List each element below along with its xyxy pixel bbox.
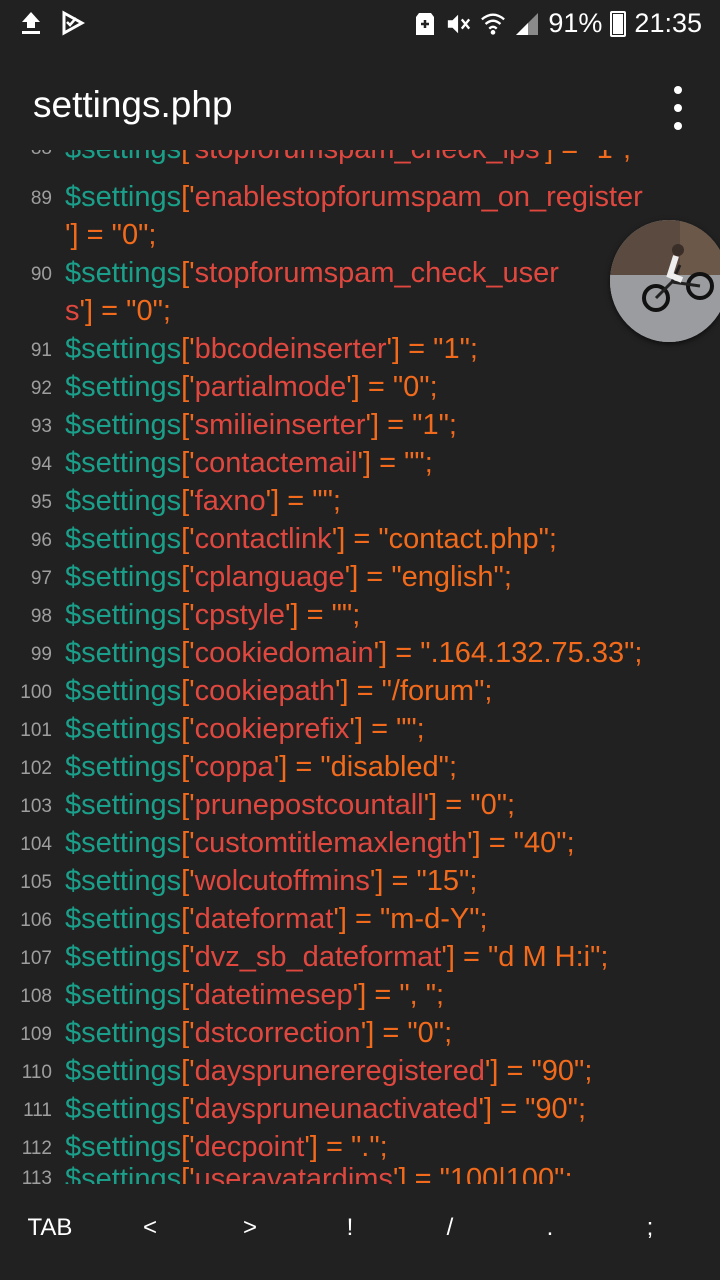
code-text: $settings['faxno'] = ""; <box>65 485 341 517</box>
code-text: $settings['cookiedomain'] = ".164.132.75… <box>65 637 643 669</box>
code-text-wrapped: s'] = "0"; <box>65 295 171 327</box>
line-number: 91 <box>30 340 52 361</box>
key-tab-button[interactable]: TAB <box>20 1214 80 1242</box>
code-text: $settings['stopforumspam_check_ips'] = "… <box>65 150 631 168</box>
line-number: 96 <box>30 530 52 551</box>
line-number: 106 <box>20 910 52 931</box>
key-greater-than-button[interactable]: > <box>220 1214 280 1242</box>
line-number: 102 <box>20 758 52 779</box>
line-number: 95 <box>30 492 52 513</box>
code-text-wrapped: '] = "0"; <box>65 219 157 251</box>
code-text: $settings['bbcodeinserter'] = "1"; <box>65 333 478 365</box>
upload-icon <box>18 10 44 36</box>
code-text: $settings['daysprunereregistered'] = "90… <box>65 1055 593 1087</box>
code-text: $settings['customtitlemaxlength'] = "40"… <box>65 827 575 859</box>
code-text: $settings['datetimesep'] = ", "; <box>65 979 445 1011</box>
key-less-than-button[interactable]: < <box>120 1214 180 1242</box>
key-semicolon-button[interactable]: ; <box>620 1214 680 1242</box>
line-number: 88 <box>0 150 52 160</box>
code-text: $settings['coppa'] = "disabled"; <box>65 751 458 783</box>
code-text: $settings['stopforumspam_check_user <box>65 257 559 289</box>
code-text: $settings['dstcorrection'] = "0"; <box>65 1017 453 1049</box>
line-number: 103 <box>20 796 52 817</box>
code-text: $settings['cookiepath'] = "/forum"; <box>65 675 493 707</box>
code-text: $settings['dayspruneunactivated'] = "90"… <box>65 1093 587 1125</box>
code-text: $settings['cookieprefix'] = ""; <box>65 713 425 745</box>
line-number: 112 <box>21 1138 52 1159</box>
floating-video-bubble[interactable] <box>610 220 720 342</box>
battery-percent: 91% <box>548 8 603 38</box>
line-number: 108 <box>20 986 52 1007</box>
line-number: 92 <box>30 378 52 399</box>
key-slash-button[interactable]: / <box>420 1214 480 1242</box>
mute-icon <box>446 11 472 37</box>
line-number: 90 <box>30 264 52 285</box>
code-text: $settings['partialmode'] = "0"; <box>65 371 438 403</box>
wifi-icon <box>480 11 506 37</box>
line-number: 109 <box>20 1024 52 1045</box>
code-text: $settings['contactemail'] = ""; <box>65 447 433 479</box>
line-number: 89 <box>30 188 52 209</box>
page-title: settings.php <box>33 84 233 125</box>
code-text: $settings['smilieinserter'] = "1"; <box>65 409 457 441</box>
line-number: 104 <box>20 834 52 855</box>
line-number: 98 <box>30 606 52 627</box>
shortcut-bar: TAB < > ! / . ; <box>0 1184 720 1280</box>
code-text: $settings['prunepostcountall'] = "0"; <box>65 789 516 821</box>
cyclist-thumbnail-icon <box>610 220 720 342</box>
signal-icon <box>514 11 540 37</box>
line-number: 93 <box>30 416 52 437</box>
line-number: 107 <box>20 948 52 969</box>
code-text: $settings['cpstyle'] = ""; <box>65 599 361 631</box>
code-editor[interactable]: 88 $settings['stopforumspam_check_ips'] … <box>0 150 720 1184</box>
line-number: 105 <box>20 872 52 893</box>
clock: 21:35 <box>634 8 702 38</box>
line-number: 97 <box>30 568 52 589</box>
code-text: $settings['contactlink'] = "contact.php"… <box>65 523 557 555</box>
line-number: 110 <box>21 1062 52 1083</box>
line-number: 100 <box>20 682 52 703</box>
line-number: 101 <box>20 720 52 741</box>
code-text: $settings['enablestopforumspam_on_regist… <box>65 181 643 213</box>
line-number: 111 <box>23 1100 52 1121</box>
sd-card-icon <box>412 11 438 37</box>
key-period-button[interactable]: . <box>520 1214 580 1242</box>
battery-icon <box>610 10 627 37</box>
overflow-menu-icon[interactable] <box>666 86 690 130</box>
code-text: $settings['useravatardims'] = "100|100"; <box>65 1163 573 1184</box>
code-text: $settings['dateformat'] = "m-d-Y"; <box>65 903 488 935</box>
status-bar: 91% 21:35 <box>0 0 720 52</box>
line-number: 99 <box>30 644 52 665</box>
tasks-icon <box>60 10 86 36</box>
code-text: $settings['wolcutoffmins'] = "15"; <box>65 865 478 897</box>
line-number: 113 <box>21 1168 52 1184</box>
line-number: 94 <box>30 454 52 475</box>
code-text: $settings['cplanguage'] = "english"; <box>65 561 512 593</box>
key-exclamation-button[interactable]: ! <box>320 1214 380 1242</box>
app-bar: settings.php <box>0 52 720 160</box>
code-text: $settings['dvz_sb_dateformat'] = "d M H:… <box>65 941 609 973</box>
